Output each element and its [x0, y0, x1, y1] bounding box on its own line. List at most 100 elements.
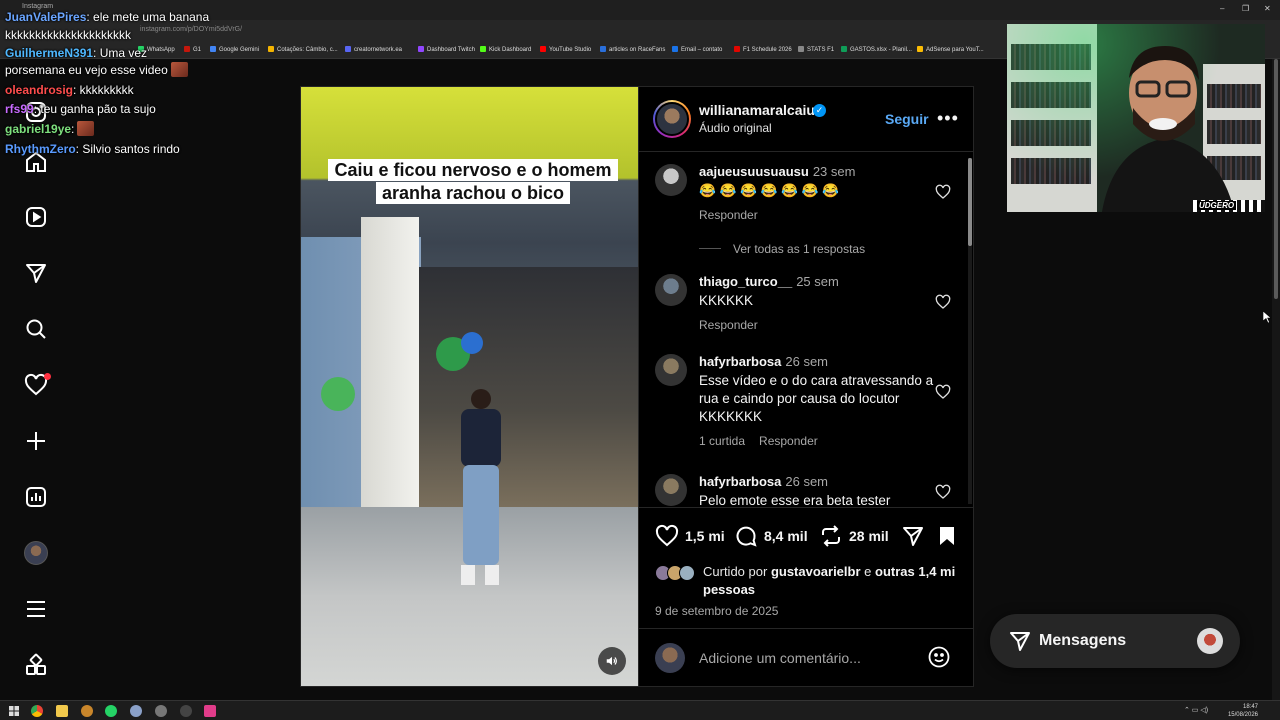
bookmark-item[interactable]: F1 Schedule 2026 — [734, 46, 792, 53]
comment-username[interactable]: aajueusuusuausu 23 sem — [699, 164, 855, 179]
app-taskbar-icon[interactable] — [81, 705, 93, 717]
post-header: willianamaralcaiu ✓ Áudio original Segui… — [639, 87, 974, 151]
reply-button[interactable]: Responder — [759, 434, 818, 448]
page-scrollbar[interactable] — [1272, 59, 1280, 700]
file-explorer-icon[interactable] — [56, 705, 68, 717]
app-taskbar-icon[interactable] — [155, 705, 167, 717]
messages-button[interactable]: Mensagens — [990, 614, 1240, 668]
comment-button[interactable]: 8,4 mil — [734, 524, 808, 548]
share-button[interactable] — [901, 524, 925, 548]
restore-icon[interactable]: ❐ — [1242, 4, 1249, 13]
bookmark-item[interactable]: Kick Dashboard — [480, 46, 531, 53]
reply-button[interactable]: Responder — [699, 208, 758, 222]
comment-like-heart-icon[interactable] — [935, 184, 951, 200]
bookmark-item[interactable]: Dashboard Twitch — [418, 46, 475, 53]
app-taskbar-icon[interactable] — [204, 705, 216, 717]
like-button[interactable]: 1,5 mi — [655, 524, 725, 548]
messages-avatar — [1197, 628, 1223, 654]
windows-start-icon[interactable] — [9, 706, 19, 716]
chrome-taskbar-icon[interactable] — [31, 705, 43, 717]
also-from-meta-icon[interactable] — [22, 651, 50, 679]
mouse-cursor-icon — [1263, 311, 1271, 323]
liked-by-user-link[interactable]: gustavoarielbr — [771, 564, 861, 579]
whatsapp-taskbar-icon[interactable] — [105, 705, 117, 717]
post-dialog: Caiu e ficou nervoso e o homem aranha ra… — [300, 86, 974, 687]
comment-item: aajueusuusuausu 23 sem 😂 😂 😂 😂 😂 😂 😂 Respon… — [655, 164, 955, 274]
bookmark-item[interactable]: articles on RaceFans — [600, 46, 665, 53]
comment-avatar[interactable] — [655, 474, 687, 506]
follow-button[interactable]: Seguir — [885, 111, 929, 127]
app-taskbar-icon[interactable] — [180, 705, 192, 717]
bookmark-item[interactable]: creatornetwork.ea — [345, 46, 402, 53]
author-username[interactable]: willianamaralcaiu — [699, 102, 815, 118]
like-count: 1,5 mi — [685, 528, 725, 544]
bookmark-favicon-icon — [917, 46, 923, 52]
comment-text: 😂 😂 😂 😂 😂 😂 😂 — [699, 183, 840, 198]
audio-label[interactable]: Áudio original — [699, 121, 772, 135]
save-button[interactable] — [935, 524, 959, 548]
bookmark-item[interactable]: Email – contato — [672, 46, 722, 53]
bookmark-icon — [940, 527, 954, 545]
bookmark-favicon-icon — [600, 46, 606, 52]
close-icon[interactable]: ✕ — [1264, 4, 1271, 13]
comment-time: 23 sem — [812, 164, 856, 179]
comment-item: hafyrbarbosa 26 sem Esse vídeo e o do cara… — [655, 354, 955, 464]
heart-icon — [655, 524, 679, 547]
app-taskbar-icon[interactable] — [130, 705, 142, 717]
bookmark-item[interactable]: Google Gemini — [210, 46, 259, 53]
chat-text: : kkkkkkkkk — [73, 83, 134, 97]
more-menu-icon[interactable] — [22, 595, 50, 623]
comment-like-heart-icon[interactable] — [935, 384, 951, 400]
comment-avatar[interactable] — [655, 274, 687, 306]
comment-like-heart-icon[interactable] — [935, 484, 951, 500]
direct-send-icon — [1010, 632, 1030, 651]
bookmark-favicon-icon — [418, 46, 424, 52]
reply-button[interactable]: Responder — [699, 318, 758, 332]
comment-avatar[interactable] — [655, 164, 687, 196]
bookmark-item[interactable]: YouTube Studio — [540, 46, 591, 53]
comment-username[interactable]: thiago_turco__ 25 sem — [699, 274, 839, 289]
chat-username: oleandrosig — [5, 83, 74, 97]
chat-text: : — [71, 122, 75, 136]
comment-username[interactable]: hafyrbarbosa 26 sem — [699, 474, 828, 489]
bookmark-favicon-icon — [841, 46, 847, 52]
chat-message: kkkkkkkkkkkkkkkkkkkkk — [5, 26, 131, 44]
comments-list[interactable]: Ver todas as 1 respostas aajueusuusuausu… — [639, 151, 974, 507]
dashboard-icon[interactable] — [22, 483, 50, 511]
liked-by-text: Curtido por gustavoarielbr e outras 1,4 … — [703, 564, 956, 597]
author-avatar[interactable] — [653, 100, 691, 138]
comment-username[interactable]: hafyrbarbosa 26 sem — [699, 354, 828, 369]
likers-avatars[interactable] — [655, 565, 701, 581]
emoji-picker-icon[interactable] — [927, 645, 951, 669]
comment-like-heart-icon[interactable] — [935, 294, 951, 310]
bookmark-item[interactable]: Cotações: Câmbio, c... — [268, 46, 338, 53]
reel-video[interactable]: Caiu e ficou nervoso e o homem aranha ra… — [301, 87, 638, 686]
create-plus-icon[interactable] — [22, 427, 50, 455]
system-tray-icons[interactable]: ⌃ ▭ ◁) — [1184, 706, 1208, 714]
comments-scrollbar[interactable] — [968, 158, 972, 504]
taskbar-clock[interactable]: 18:47 15/08/2026 — [1218, 703, 1258, 719]
page-scrollbar-thumb[interactable] — [1274, 59, 1278, 299]
comment-time: 26 sem — [785, 474, 829, 489]
profile-avatar[interactable] — [24, 541, 48, 565]
mute-button[interactable] — [598, 647, 626, 675]
minimize-icon[interactable]: – — [1220, 4, 1224, 13]
reels-icon[interactable] — [22, 203, 50, 231]
bookmark-item[interactable]: STATS F1 — [798, 46, 834, 53]
bookmark-favicon-icon — [345, 46, 351, 52]
direct-send-icon[interactable] — [22, 259, 50, 287]
comments-scrollbar-thumb[interactable] — [968, 158, 972, 246]
chat-text: : Uma vez — [93, 46, 148, 60]
repost-button[interactable]: 28 mil — [819, 524, 889, 548]
bookmark-item[interactable]: AdSense para YouT... — [917, 46, 984, 53]
chat-emote — [170, 62, 188, 77]
comment-avatar[interactable] — [655, 354, 687, 386]
add-comment-input[interactable]: Adicione um comentário... — [699, 650, 861, 666]
stream-chat-overlay: JuanValePires: ele mete uma banana kkkkkk… — [0, 0, 210, 160]
chat-text: : teu ganha pão ta sujo — [33, 102, 156, 116]
comment-likes[interactable]: 1 curtida — [699, 434, 745, 448]
more-options-icon[interactable]: ••• — [937, 108, 959, 129]
search-icon[interactable] — [22, 315, 50, 343]
bookmark-item[interactable]: GASTOS.xlsx - Planil... — [841, 46, 912, 53]
chat-message: rfs99: teu ganha pão ta sujo — [5, 100, 156, 118]
